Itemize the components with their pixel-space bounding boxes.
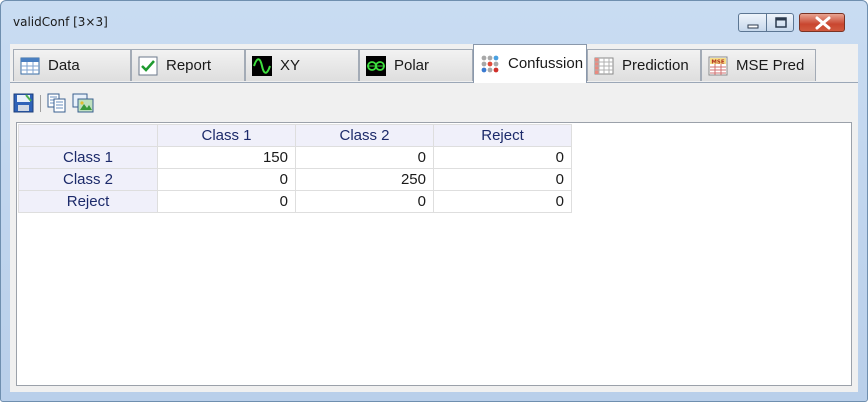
header-row: Class 1 Class 2 Reject bbox=[18, 124, 572, 147]
minimize-button[interactable] bbox=[738, 13, 767, 32]
row-header[interactable]: Class 2 bbox=[18, 168, 158, 191]
table-cell[interactable]: 150 bbox=[157, 146, 296, 169]
column-header[interactable]: Reject bbox=[433, 124, 572, 147]
table-cell[interactable]: 0 bbox=[433, 190, 572, 213]
copy-icon[interactable] bbox=[46, 93, 68, 113]
toolbar bbox=[10, 83, 858, 117]
xy-wave-icon bbox=[252, 56, 272, 76]
restore-icon bbox=[775, 17, 787, 28]
tab-report[interactable]: Report bbox=[131, 49, 245, 81]
save-icon[interactable] bbox=[13, 93, 35, 113]
window-title: validConf [3×3] bbox=[13, 15, 108, 29]
prediction-grid-icon bbox=[594, 57, 614, 75]
table-cell[interactable]: 250 bbox=[295, 168, 434, 191]
tab-xy[interactable]: XY bbox=[245, 49, 359, 81]
table-cell[interactable]: 0 bbox=[433, 168, 572, 191]
tab-mse-pred[interactable]: MSE MSE Pred bbox=[701, 49, 816, 81]
svg-text:MSE: MSE bbox=[711, 59, 724, 65]
tab-polar[interactable]: Polar bbox=[359, 49, 473, 81]
title-bar[interactable]: validConf [3×3] bbox=[1, 1, 867, 43]
tab-strip: Data Report XY Polar Confussion Predicti… bbox=[10, 44, 858, 83]
restore-button[interactable] bbox=[766, 13, 794, 32]
table-cell[interactable]: 0 bbox=[157, 190, 296, 213]
polar-icon bbox=[366, 56, 386, 76]
table-cell[interactable]: 0 bbox=[295, 190, 434, 213]
table-row: Class 1 150 0 0 bbox=[18, 146, 572, 169]
table-cell[interactable]: 0 bbox=[295, 146, 434, 169]
copy-image-icon[interactable] bbox=[72, 93, 94, 113]
tab-content: Class 1 Class 2 Reject Class 1 150 0 0 C… bbox=[10, 83, 858, 392]
confusion-table: Class 1 Class 2 Reject Class 1 150 0 0 C… bbox=[18, 124, 572, 213]
row-header[interactable]: Reject bbox=[18, 190, 158, 213]
close-icon bbox=[815, 16, 831, 30]
app-window: validConf [3×3] Data Report XY Polar Con… bbox=[0, 0, 868, 402]
table-cell[interactable]: 0 bbox=[433, 146, 572, 169]
checkmark-icon bbox=[138, 56, 158, 76]
tab-data[interactable]: Data bbox=[13, 49, 131, 81]
close-button[interactable] bbox=[799, 13, 845, 32]
mse-icon: MSE bbox=[708, 56, 728, 76]
minimize-icon bbox=[747, 24, 759, 29]
tab-prediction[interactable]: Prediction bbox=[587, 49, 701, 81]
corner-cell bbox=[18, 124, 158, 147]
row-header[interactable]: Class 1 bbox=[18, 146, 158, 169]
toolbar-separator bbox=[40, 95, 41, 112]
column-header[interactable]: Class 2 bbox=[295, 124, 434, 147]
table-row: Reject 0 0 0 bbox=[18, 190, 572, 213]
tab-confussion[interactable]: Confussion bbox=[473, 44, 587, 83]
confusion-grid-panel[interactable]: Class 1 Class 2 Reject Class 1 150 0 0 C… bbox=[16, 122, 852, 386]
dots-grid-icon bbox=[481, 55, 499, 73]
table-cell[interactable]: 0 bbox=[157, 168, 296, 191]
table-row: Class 2 0 250 0 bbox=[18, 168, 572, 191]
column-header[interactable]: Class 1 bbox=[157, 124, 296, 147]
table-icon bbox=[20, 57, 40, 75]
